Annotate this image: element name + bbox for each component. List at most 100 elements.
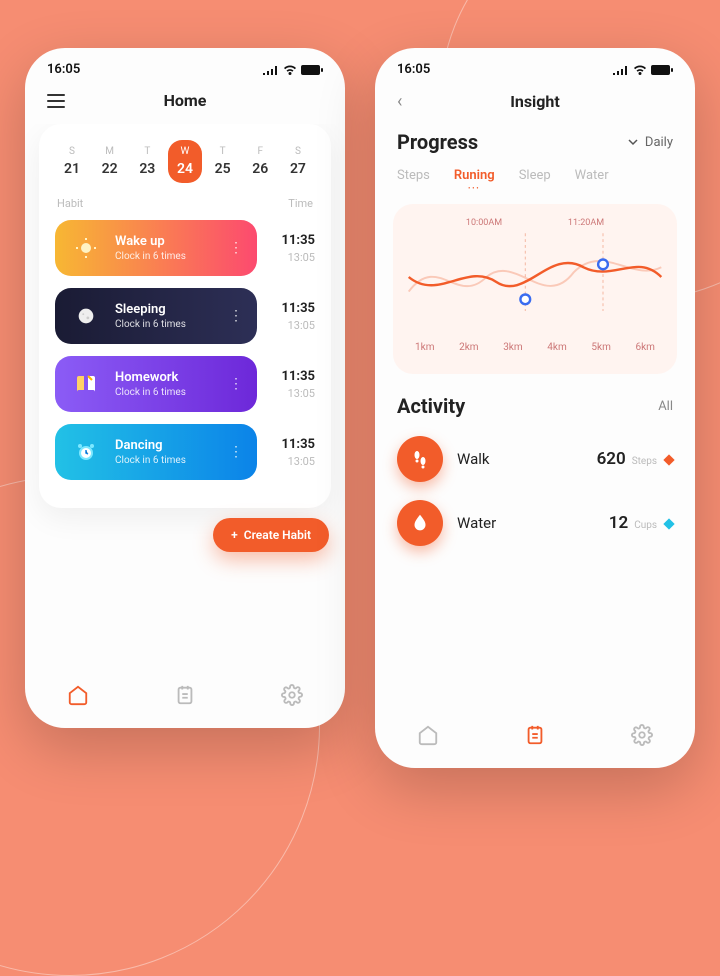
status-bar: 16:05 (375, 48, 695, 85)
activity-all-link[interactable]: All (658, 399, 673, 414)
chart-x-labels: 1km2km3km4km5km6km (399, 336, 671, 353)
activity-row-water[interactable]: Water 12 Cups (397, 500, 673, 546)
phone-home: 16:05 Home S21M22T23W24T25F26S27 Habit T… (25, 48, 345, 728)
habit-time: 11:35 13:05 (271, 437, 315, 468)
day-name: T (130, 146, 164, 157)
activity-value: 12 (609, 513, 628, 533)
habit-sub: Clock in 6 times (115, 251, 217, 262)
habit-text: Wake up Clock in 6 times (115, 234, 217, 262)
status-icons (613, 65, 673, 75)
col-habit-label: Habit (57, 197, 83, 210)
day-23[interactable]: T 23 (130, 140, 164, 183)
day-22[interactable]: M22 (93, 140, 127, 183)
wifi-icon (633, 65, 647, 75)
more-icon[interactable]: ⋮ (229, 240, 243, 256)
marker-icon (663, 518, 674, 529)
status-icons (263, 65, 323, 75)
activity-value-group: 12 Cups (609, 513, 673, 533)
days-row: S21M22T23W24T25F26S27 (55, 140, 315, 183)
home-icon (67, 684, 89, 706)
day-name: F (243, 146, 277, 157)
progress-tab-runing[interactable]: Runing (454, 168, 495, 192)
activity-unit: Cups (634, 520, 657, 531)
habit-card-homework[interactable]: Homework Clock in 6 times ⋮ (55, 356, 257, 412)
sun-icon (69, 231, 103, 265)
progress-tab-sleep[interactable]: Sleep (519, 168, 551, 192)
chart-x-label: 5km (591, 342, 610, 353)
progress-title: Progress (397, 130, 478, 154)
chart-x-label: 2km (459, 342, 478, 353)
tab-settings[interactable] (631, 724, 653, 746)
day-name: M (93, 146, 127, 157)
day-21[interactable]: S 21 (55, 140, 89, 183)
habit-title: Dancing (115, 438, 217, 453)
chart-x-label: 1km (415, 342, 434, 353)
nav-header: Home (25, 85, 345, 124)
day-26[interactable]: F 26 (243, 140, 277, 183)
wifi-icon (283, 65, 297, 75)
habit-text: Homework Clock in 6 times (115, 370, 217, 398)
progress-filter-label: Daily (645, 135, 673, 150)
back-icon[interactable]: ‹ (397, 91, 402, 112)
day-name: T (206, 146, 240, 157)
habit-sub: Clock in 6 times (115, 387, 217, 398)
habit-sub: Clock in 6 times (115, 455, 217, 466)
tab-notes[interactable] (174, 684, 196, 706)
battery-icon (651, 65, 673, 75)
day-number: 27 (281, 161, 315, 177)
tabbar (25, 668, 345, 728)
habits-list: Wake up Clock in 6 times ⋮ 11:35 13:05 S… (55, 220, 315, 480)
moon-icon (69, 299, 103, 333)
signal-icon (263, 65, 279, 75)
chart-svg (399, 222, 671, 332)
day-25[interactable]: T 25 (206, 140, 240, 183)
habit-time-secondary: 13:05 (271, 387, 315, 400)
create-habit-button[interactable]: + Create Habit (213, 518, 329, 552)
habit-time: 11:35 13:05 (271, 301, 315, 332)
day-number: 24 (168, 161, 202, 177)
main-card: S21M22T23W24T25F26S27 Habit Time Wake up… (39, 124, 331, 508)
chevron-down-icon (627, 136, 639, 148)
tab-home[interactable] (67, 684, 89, 706)
day-number: 21 (55, 161, 89, 177)
tab-notes[interactable] (524, 724, 546, 746)
more-icon[interactable]: ⋮ (229, 308, 243, 324)
progress-tab-water[interactable]: Water (575, 168, 609, 192)
habit-text: Sleeping Clock in 6 times (115, 302, 217, 330)
habit-card-dancing[interactable]: Dancing Clock in 6 times ⋮ (55, 424, 257, 480)
day-number: 26 (243, 161, 277, 177)
day-24[interactable]: W 24 (168, 140, 202, 183)
marker-icon (663, 454, 674, 465)
chart-time-label: 10:00AM (466, 218, 502, 228)
nav-header: ‹ Insight (375, 85, 695, 126)
chart-time-labels: 10:00AM 11:20AM (393, 218, 677, 228)
phone-insight: 16:05 ‹ Insight Progress Daily Steps Runi… (375, 48, 695, 768)
tab-settings[interactable] (281, 684, 303, 706)
habit-time-primary: 11:35 (271, 369, 315, 384)
habit-card-wake up[interactable]: Wake up Clock in 6 times ⋮ (55, 220, 257, 276)
create-habit-label: Create Habit (244, 528, 311, 542)
status-time: 16:05 (47, 62, 80, 77)
habit-card-sleeping[interactable]: Sleeping Clock in 6 times ⋮ (55, 288, 257, 344)
day-number: 23 (130, 161, 164, 177)
day-name: S (281, 146, 315, 157)
signal-icon (613, 65, 629, 75)
day-27[interactable]: S 27 (281, 140, 315, 183)
habit-title: Homework (115, 370, 217, 385)
habit-sub: Clock in 6 times (115, 319, 217, 330)
day-name: S (55, 146, 89, 157)
chart-x-label: 3km (503, 342, 522, 353)
day-number: 25 (206, 161, 240, 177)
activity-section: Activity All Walk 620 Steps Water 12 Cup… (375, 374, 695, 564)
activity-row-walk[interactable]: Walk 620 Steps (397, 436, 673, 482)
progress-tab-steps[interactable]: Steps (397, 168, 430, 192)
more-icon[interactable]: ⋮ (229, 444, 243, 460)
water-icon (397, 500, 443, 546)
progress-filter[interactable]: Daily (627, 135, 673, 150)
menu-icon[interactable] (47, 94, 65, 108)
more-icon[interactable]: ⋮ (229, 376, 243, 392)
progress-chart: 10:00AM 11:20AM 1km2km3km4km5km6km (393, 204, 677, 374)
tab-home[interactable] (417, 724, 439, 746)
day-name: W (168, 146, 202, 157)
habit-time-secondary: 13:05 (271, 251, 315, 264)
